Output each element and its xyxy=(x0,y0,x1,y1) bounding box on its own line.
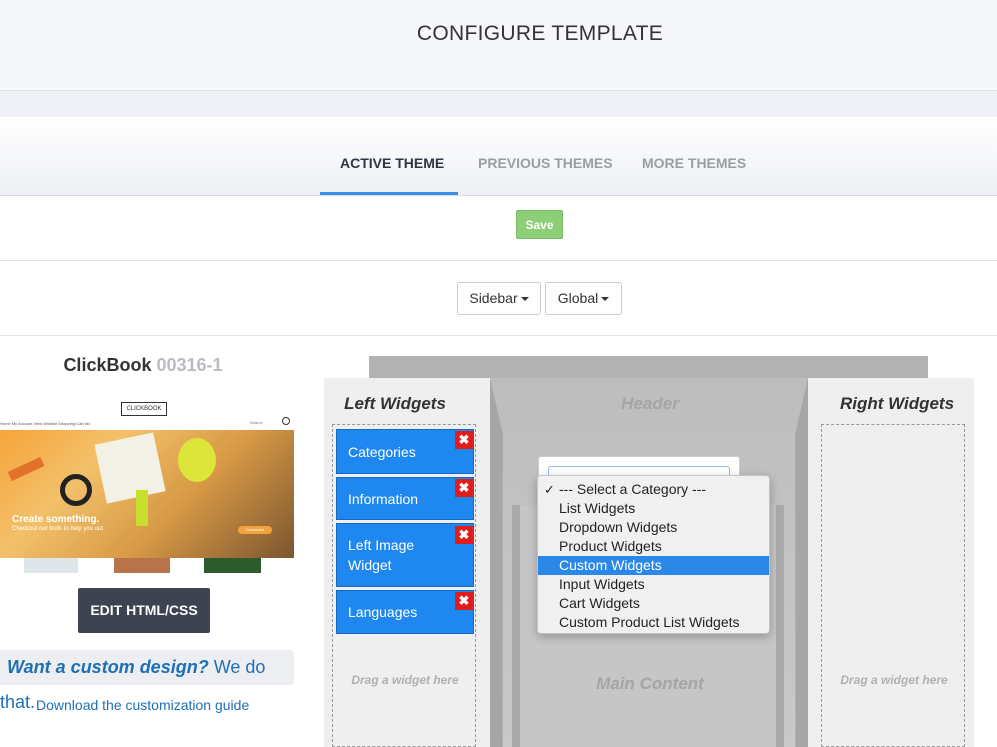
scissors-illustration xyxy=(60,474,92,506)
active-tab-indicator xyxy=(320,192,458,195)
widget-label: Languages xyxy=(348,604,418,620)
preview-hero: Create something. Checkout our tools to … xyxy=(0,430,294,558)
right-widgets-dropzone[interactable]: Drag a widget here xyxy=(821,424,965,747)
theme-title: ClickBook xyxy=(63,355,152,375)
option-label: --- Select a Category --- xyxy=(559,481,707,497)
page-title: CONFIGURE TEMPLATE xyxy=(416,22,664,45)
search-icon xyxy=(282,417,290,425)
theme-name: ClickBook 00316-1 xyxy=(0,355,286,376)
lightbulb-illustration xyxy=(178,438,216,482)
drag-hint: Drag a widget here xyxy=(840,673,948,687)
checkmark-icon: ✓ xyxy=(544,482,555,497)
widget-categories[interactable]: Categories xyxy=(336,429,474,474)
option-label: List Widgets xyxy=(559,500,636,516)
left-widgets-title: Left Widgets xyxy=(344,394,446,413)
sidebar-dropdown-label: Sidebar xyxy=(469,290,518,306)
category-option[interactable]: Cart Widgets xyxy=(538,594,769,613)
option-label: Dropdown Widgets xyxy=(559,519,678,535)
header-strip xyxy=(0,91,997,117)
option-label: Product Widgets xyxy=(559,538,662,554)
highlighter-illustration xyxy=(136,490,148,526)
category-option[interactable]: Input Widgets xyxy=(538,575,769,594)
caret-down-icon xyxy=(601,297,610,302)
preview-logo: CLICKBOOK xyxy=(121,402,167,416)
category-option-highlighted[interactable]: Custom Widgets xyxy=(538,556,769,575)
widget-label: Left Image Widget xyxy=(348,537,415,573)
preview-hero-button: Download xyxy=(238,526,272,534)
preview-nav: Home My Account View Wishlist Shopping C… xyxy=(0,421,90,426)
theme-preview[interactable]: CLICKBOOK Home My Account View Wishlist … xyxy=(0,390,294,573)
global-dropdown-label: Global xyxy=(557,290,599,306)
sidebar-dropdown[interactable]: Sidebar xyxy=(457,282,541,315)
preview-hero-sub: Checkout our tools to help you out xyxy=(12,526,104,532)
drag-hint: Drag a widget here xyxy=(351,673,459,687)
widget-label: Information xyxy=(348,490,419,507)
category-option[interactable]: ✓ --- Select a Category --- xyxy=(538,480,769,499)
header-region-bar xyxy=(369,356,928,378)
widget-languages[interactable]: Languages xyxy=(336,590,474,634)
preview-thumbnail xyxy=(204,558,261,573)
category-option[interactable]: Product Widgets xyxy=(538,537,769,556)
save-button[interactable]: Save xyxy=(516,210,563,239)
right-widgets-title: Right Widgets xyxy=(839,394,955,413)
sharpener-illustration xyxy=(7,456,45,482)
category-dropdown-menu[interactable]: ✓ --- Select a Category --- List Widgets … xyxy=(537,475,770,634)
category-option[interactable]: Custom Product List Widgets xyxy=(538,613,769,632)
tab-previous-themes[interactable]: PREVIOUS THEMES xyxy=(478,155,613,171)
paper-illustration xyxy=(94,432,166,504)
remove-widget-icon[interactable]: ✖ xyxy=(455,592,473,610)
custom-design-banner: Want a custom design? We do that. xyxy=(0,650,294,712)
customization-guide-link[interactable]: Download the customization guide xyxy=(36,697,249,713)
main-content-label: Main Content xyxy=(596,674,704,693)
remove-widget-icon[interactable]: ✖ xyxy=(455,479,473,497)
option-label: Custom Product List Widgets xyxy=(559,614,740,630)
preview-hero-title: Create something. xyxy=(12,514,100,525)
save-row xyxy=(0,196,997,261)
preview-thumbnail xyxy=(24,558,78,573)
header-region-label: Header xyxy=(621,394,679,413)
tab-active-theme[interactable]: ACTIVE THEME xyxy=(340,155,444,171)
remove-widget-icon[interactable]: ✖ xyxy=(455,431,473,449)
preview-search: Search xyxy=(250,420,263,425)
preview-thumbnail xyxy=(114,558,170,573)
option-label: Custom Widgets xyxy=(559,557,662,573)
widget-label: Categories xyxy=(348,443,416,460)
edit-html-css-button[interactable]: EDIT HTML/CSS xyxy=(78,588,210,633)
category-option[interactable]: Dropdown Widgets xyxy=(538,518,769,537)
custom-design-question: Want a custom design? xyxy=(7,657,209,677)
widget-left-image[interactable]: Left Image Widget xyxy=(336,523,474,587)
caret-down-icon xyxy=(520,297,529,302)
category-option[interactable]: List Widgets xyxy=(538,499,769,518)
theme-code: 00316-1 xyxy=(156,355,223,375)
widget-information[interactable]: Information xyxy=(336,477,474,520)
option-label: Input Widgets xyxy=(559,576,645,592)
global-dropdown[interactable]: Global xyxy=(545,282,622,315)
option-label: Cart Widgets xyxy=(559,595,640,611)
tab-more-themes[interactable]: MORE THEMES xyxy=(642,155,746,171)
remove-widget-icon[interactable]: ✖ xyxy=(455,526,473,544)
